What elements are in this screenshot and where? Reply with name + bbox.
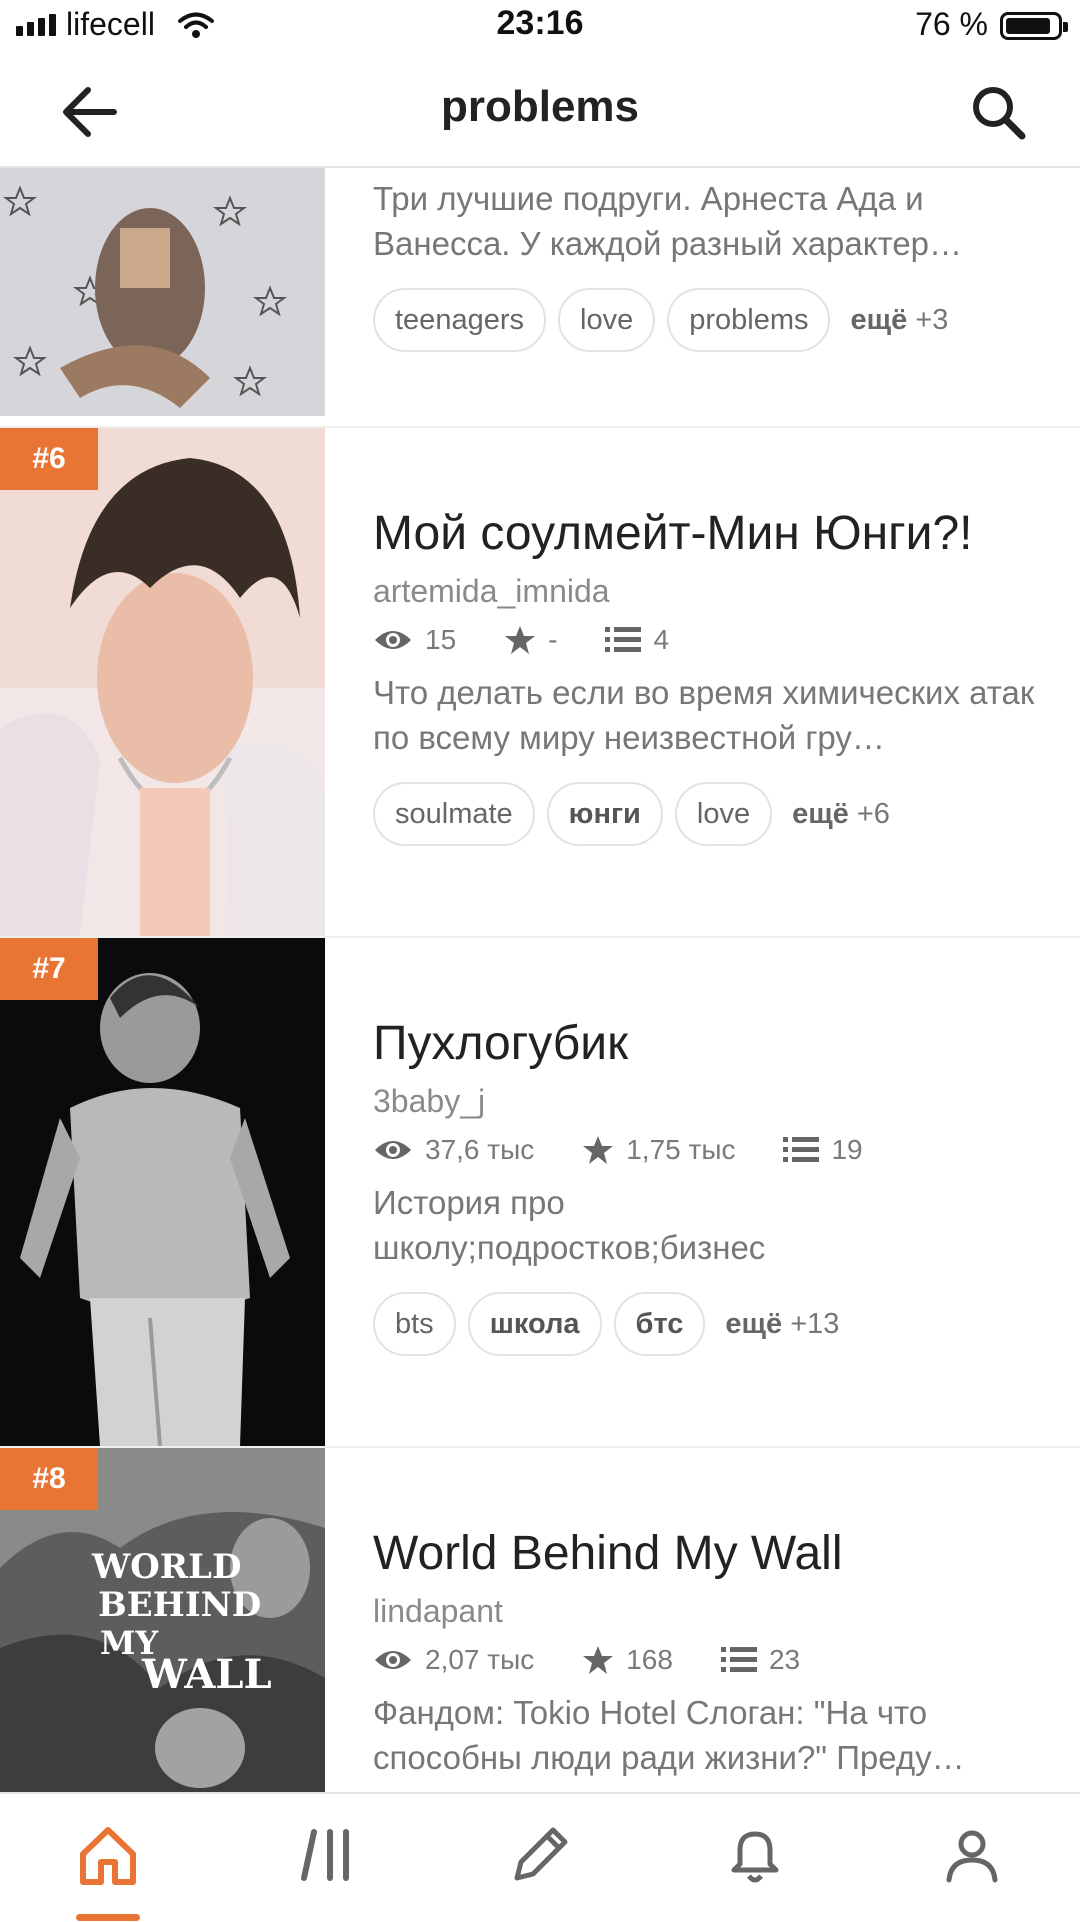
- views-eye-icon: [375, 1651, 411, 1669]
- tag-chip[interactable]: problems: [667, 288, 831, 352]
- list-item[interactable]: Три лучшие подруги. Арнеста Ада и Ванесс…: [0, 168, 1080, 428]
- more-tags-link[interactable]: ещё +6: [792, 798, 890, 831]
- tag-chip[interactable]: бтс: [613, 1292, 706, 1356]
- tag-chip[interactable]: bts: [373, 1292, 456, 1356]
- stars-count: 168: [626, 1644, 673, 1675]
- author-name[interactable]: 3baby_j: [373, 1083, 1040, 1120]
- more-tags-link[interactable]: ещё +13: [725, 1308, 839, 1341]
- cover-title-line: WALL: [141, 1651, 272, 1698]
- book-cover-image: [0, 938, 325, 1446]
- profile-icon[interactable]: [937, 1820, 1007, 1890]
- battery-icon: [1000, 12, 1068, 40]
- stars-count: -: [548, 624, 558, 655]
- star-icon: [583, 1136, 614, 1164]
- tag-chip[interactable]: teenagers: [373, 288, 546, 352]
- book-title[interactable]: World Behind My Wall: [373, 1526, 1040, 1581]
- star-icon: [505, 626, 536, 654]
- book-stats: 15 - 4: [373, 624, 1040, 656]
- author-name[interactable]: lindapant: [373, 1593, 1040, 1630]
- tag-list: bts школа бтс ещё +13: [373, 1292, 1040, 1356]
- tag-chip[interactable]: школа: [467, 1292, 602, 1356]
- search-icon[interactable]: [968, 82, 1028, 142]
- library-icon[interactable]: [292, 1820, 362, 1890]
- tag-list: teenagers love problems ещё +3: [373, 288, 1040, 352]
- views-eye-icon: [375, 631, 411, 649]
- status-bar: lifecell 23:16 76 %: [0, 0, 1080, 56]
- tag-chip[interactable]: soulmate: [373, 782, 535, 846]
- tag-chip[interactable]: юнги: [546, 782, 663, 846]
- book-description: Три лучшие подруги. Арнеста Ада и Ванесс…: [373, 180, 963, 262]
- page-title: problems: [440, 82, 640, 131]
- chapters-list-icon: [783, 1137, 820, 1162]
- star-icon: [583, 1646, 614, 1674]
- tag-chip[interactable]: love: [558, 288, 656, 352]
- views-count: 15: [425, 624, 457, 655]
- tag-chip[interactable]: love: [674, 782, 773, 846]
- book-cover-image: [0, 428, 325, 936]
- book-description: Что делать если во время химических атак…: [373, 674, 1035, 756]
- views-count: 2,07 тыс: [425, 1644, 535, 1675]
- more-tags-link[interactable]: ещё +3: [850, 304, 948, 337]
- bottom-navigation: [0, 1792, 1080, 1922]
- book-title[interactable]: Мой соулмейт-Мин Юнги?!: [373, 506, 1040, 561]
- stars-count: 1,75 тыс: [626, 1134, 736, 1165]
- list-item[interactable]: #6 Мой соулмейт-Мин Юнги?! artemida_imni…: [0, 428, 1080, 938]
- author-name[interactable]: artemida_imnida: [373, 573, 1040, 610]
- book-title[interactable]: Пухлогубик: [373, 1016, 1040, 1071]
- rank-badge: #6: [0, 428, 98, 490]
- chapters-list-icon: [720, 1647, 757, 1672]
- notifications-icon[interactable]: [720, 1820, 790, 1890]
- views-count: 37,6 тыс: [425, 1134, 535, 1165]
- cover-title-line: BEHIND: [98, 1585, 261, 1625]
- home-icon[interactable]: [73, 1820, 143, 1890]
- chapters-count: 19: [831, 1134, 863, 1165]
- list-item[interactable]: #7 Пухлогубик 3baby_j 37,6 тыс 1,75 тыс …: [0, 938, 1080, 1448]
- rank-badge: #8: [0, 1448, 98, 1510]
- book-stats: 37,6 тыс 1,75 тыс 19: [373, 1134, 1040, 1166]
- cover-title-line: WORLD: [91, 1547, 241, 1587]
- battery-percent: 76 %: [915, 6, 988, 42]
- book-cover-image: [0, 168, 325, 416]
- book-description: Фандом: Tokio Hotel Слоган: "На что спос…: [373, 1694, 965, 1776]
- chapters-count: 23: [768, 1644, 801, 1675]
- book-stats: 2,07 тыс 168 23: [373, 1644, 1040, 1676]
- list-item[interactable]: WORLD BEHIND MY WALL #8 World Behind My …: [0, 1448, 1080, 1792]
- app-header: problems: [0, 56, 1080, 168]
- write-icon[interactable]: [505, 1820, 575, 1890]
- tag-list: soulmate юнги love ещё +6: [373, 782, 1040, 846]
- views-eye-icon: [375, 1141, 411, 1159]
- book-description: История про школу;подростков;бизнес: [373, 1184, 766, 1266]
- rank-badge: #7: [0, 938, 98, 1000]
- chapters-list-icon: [605, 627, 642, 652]
- chapters-count: 4: [653, 624, 670, 655]
